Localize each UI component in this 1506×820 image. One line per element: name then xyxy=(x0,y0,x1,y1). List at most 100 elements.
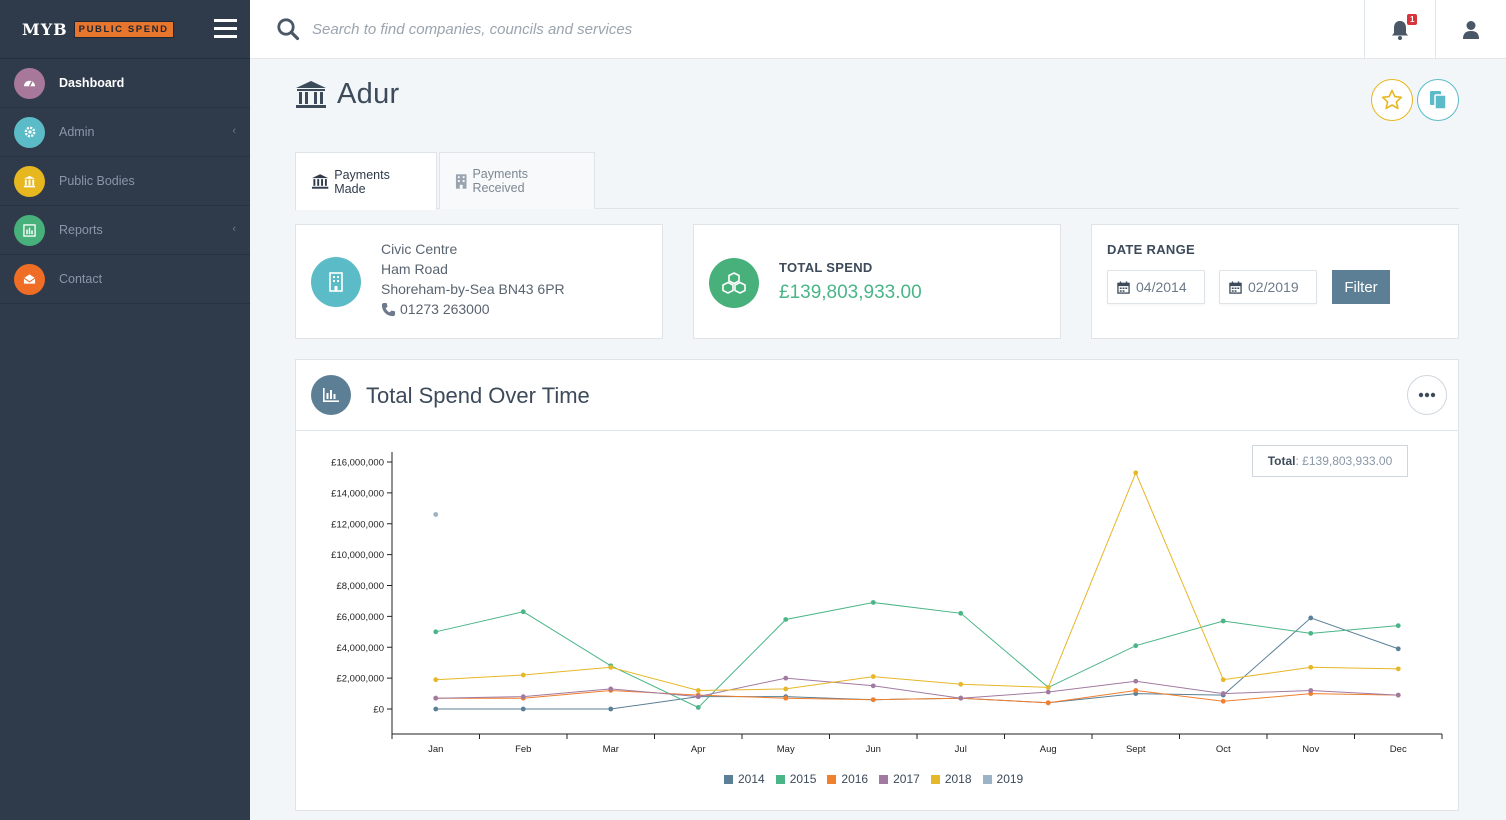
bar-chart-icon xyxy=(311,375,351,415)
copy-icon xyxy=(1430,91,1447,110)
address-line-1: Civic Centre xyxy=(381,241,458,257)
copy-button[interactable] xyxy=(1417,79,1459,121)
sidebar-item-public-bodies[interactable]: Public Bodies xyxy=(0,157,250,206)
series-2014-point xyxy=(1395,646,1401,652)
date-to-picker[interactable]: 02/2019 xyxy=(1219,270,1317,304)
legend-swatch xyxy=(724,774,733,784)
search-icon[interactable] xyxy=(276,17,300,41)
sidebar-item-label: Dashboard xyxy=(59,76,125,90)
phone-icon xyxy=(381,302,396,316)
more-options-button[interactable] xyxy=(1407,375,1447,415)
tab-label: Payments Made xyxy=(334,167,390,196)
legend-item-2019[interactable]: 2019 xyxy=(982,772,1024,786)
series-2018-point xyxy=(1308,664,1314,670)
y-tick-label: £12,000,000 xyxy=(331,519,384,530)
date-from-picker[interactable]: 04/2014 xyxy=(1107,270,1205,304)
menu-toggle-icon[interactable] xyxy=(214,19,237,38)
payments-tabs: Payments Made Payments Received xyxy=(295,152,1459,210)
date-from-value: 04/2014 xyxy=(1136,279,1187,295)
page-header: Adur xyxy=(295,78,399,111)
chart-header: Total Spend Over Time xyxy=(296,360,1458,431)
series-2019-point xyxy=(433,512,439,517)
date-range-label: DATE RANGE xyxy=(1107,242,1195,257)
legend-item-2016[interactable]: 2016 xyxy=(827,772,868,786)
series-2015-point xyxy=(1395,623,1401,629)
y-tick-label: £2,000,000 xyxy=(336,674,384,685)
sidebar-item-dashboard[interactable]: Dashboard xyxy=(0,59,250,108)
legend-label: 2019 xyxy=(996,772,1024,786)
line-chart: £0 £2,000,000 £4,000,000 £6,000,000 £8,000,0… xyxy=(331,452,1443,755)
tab-payments-received[interactable]: Payments Received xyxy=(439,152,595,209)
series-2018-point xyxy=(870,674,876,679)
legend-label: 2014 xyxy=(738,772,765,786)
legend-item-2017[interactable]: 2017 xyxy=(879,772,920,786)
series-2018-point xyxy=(1045,684,1051,690)
filter-button[interactable]: Filter xyxy=(1332,270,1390,304)
series-2017-point xyxy=(520,694,526,700)
legend-item-2015[interactable]: 2015 xyxy=(775,772,817,786)
legend-label: 2017 xyxy=(893,772,920,786)
series-2016-point xyxy=(783,695,789,701)
y-tick-label: £8,000,000 xyxy=(336,581,384,592)
x-tick-label: Oct xyxy=(1216,744,1231,755)
legend-label: 2016 xyxy=(841,772,869,786)
page-title: Adur xyxy=(337,78,400,110)
legend-swatch xyxy=(930,774,940,784)
series-2017-point xyxy=(1308,688,1314,693)
legend-label: 2015 xyxy=(789,772,817,786)
series-2017-point xyxy=(433,695,439,701)
user-icon xyxy=(1463,20,1479,39)
envelope-icon xyxy=(14,263,45,295)
series-2015-point xyxy=(1308,630,1314,636)
series-2015-point xyxy=(870,600,876,605)
x-tick-label: Aug xyxy=(1040,744,1057,755)
sidebar-item-contact[interactable]: Contact xyxy=(0,255,250,304)
total-tooltip-value: £139,803,933.00 xyxy=(1302,454,1393,468)
total-spend-value: £139,803,933.00 xyxy=(779,282,922,303)
favorite-button[interactable] xyxy=(1371,79,1413,121)
brand-tag: PUBLIC SPEND xyxy=(73,20,174,38)
building-icon xyxy=(311,257,361,307)
series-2017-point xyxy=(783,675,789,681)
phone-row: 01273 263000 xyxy=(381,299,565,319)
y-tick-label: £0 xyxy=(373,705,384,716)
y-tick-label: £16,000,000 xyxy=(331,458,384,469)
user-menu-button[interactable] xyxy=(1435,0,1506,59)
legend-label: 2018 xyxy=(944,772,972,786)
total-spend-label: TOTAL SPEND xyxy=(779,260,873,275)
series-2017-point xyxy=(1045,689,1051,695)
sidebar: MYB PUBLIC SPEND Dashboard Admin ‹ Publi… xyxy=(0,0,250,820)
series-2018-point xyxy=(520,672,526,678)
chart-legend: 2014 2015 2016 2017 2018 2019 xyxy=(724,772,1034,786)
series-2015-point xyxy=(783,617,789,622)
x-tick-label: Jul xyxy=(955,744,967,755)
search-input[interactable] xyxy=(312,17,1012,41)
sidebar-item-reports[interactable]: Reports ‹ xyxy=(0,206,250,255)
x-tick-label: Nov xyxy=(1302,744,1319,755)
series-2014-point xyxy=(433,706,439,712)
sidebar-item-admin[interactable]: Admin ‹ xyxy=(0,108,250,157)
legend-item-2018[interactable]: 2018 xyxy=(930,772,972,786)
series-2017-point xyxy=(1133,678,1139,684)
brand-logo[interactable]: MYB PUBLIC SPEND xyxy=(0,0,250,59)
series-2018-point xyxy=(1395,666,1401,672)
legend-swatch xyxy=(775,774,785,784)
notifications-button[interactable]: 1 xyxy=(1364,0,1435,59)
series-2016-point xyxy=(1133,688,1139,693)
y-tick-label: £10,000,000 xyxy=(331,550,384,561)
series-2017-line xyxy=(435,677,1399,699)
series-2014-line xyxy=(435,617,1399,710)
calendar-icon xyxy=(1117,280,1130,294)
tab-payments-made[interactable]: Payments Made xyxy=(295,152,437,210)
phone-number[interactable]: 01273 263000 xyxy=(400,299,490,319)
series-2017-point xyxy=(958,695,964,701)
total-spend-card: TOTAL SPEND £139,803,933.00 xyxy=(693,224,1061,339)
chevron-left-icon: ‹ xyxy=(232,125,236,137)
sidebar-item-label: Contact xyxy=(59,272,103,286)
series-2015-point xyxy=(1220,618,1226,624)
y-tick-label: £4,000,000 xyxy=(336,643,384,654)
legend-item-2014[interactable]: 2014 xyxy=(724,772,765,786)
x-tick-label: Dec xyxy=(1390,744,1407,755)
x-tick-label: Mar xyxy=(603,744,619,755)
brand-name: MYB xyxy=(22,19,68,39)
